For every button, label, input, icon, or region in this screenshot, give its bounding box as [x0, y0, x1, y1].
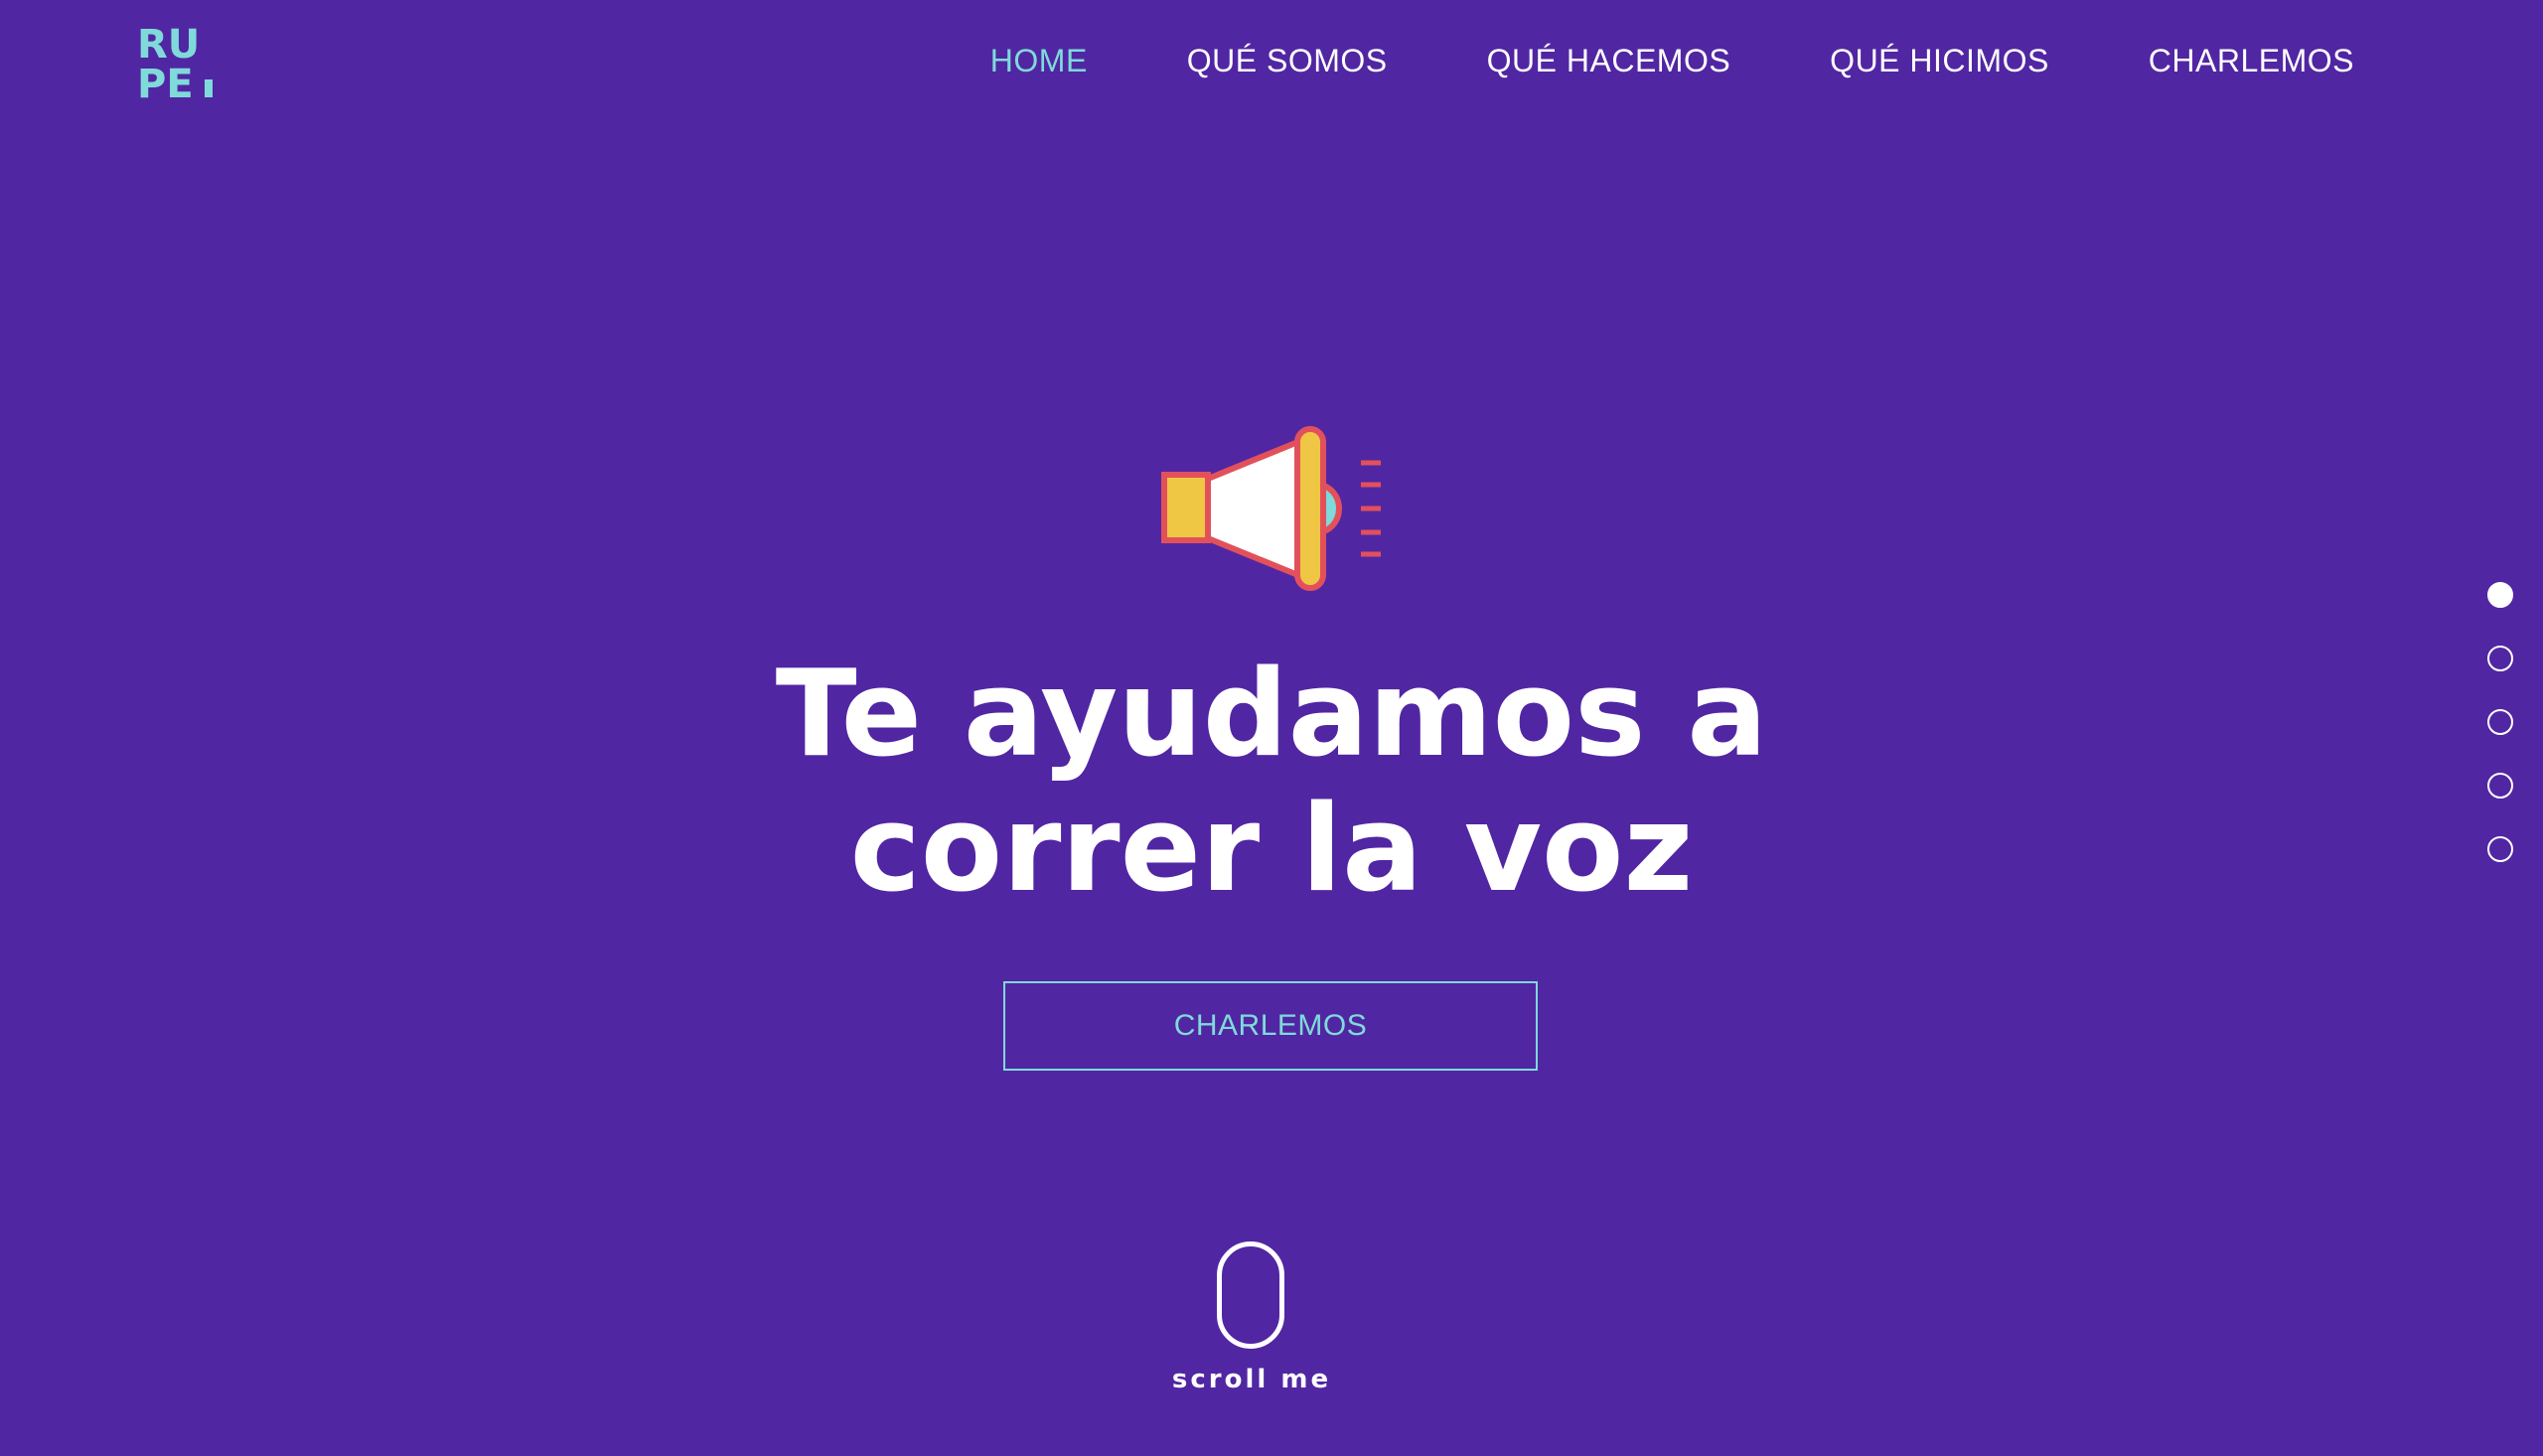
hero-headline-line2: correr la voz — [849, 781, 1694, 919]
hero-headline-line1: Te ayudamos a — [775, 646, 1768, 784]
rupe-logo[interactable]: RU PE — [137, 22, 217, 101]
scroll-mouse-icon[interactable] — [1217, 1241, 1284, 1349]
charlemos-button[interactable]: CHARLEMOS — [1003, 981, 1538, 1071]
hero-headline: Te ayudamos a correr la voz — [0, 648, 2543, 918]
nav-item-home[interactable]: HOME — [990, 43, 1088, 79]
section-dot-5[interactable] — [2487, 836, 2513, 862]
section-dot-1[interactable] — [2487, 582, 2513, 608]
nav-item-charlemos[interactable]: CHARLEMOS — [2149, 43, 2354, 79]
section-dot-3[interactable] — [2487, 709, 2513, 735]
main-nav: HOME QUÉ SOMOS QUÉ HACEMOS QUÉ HICIMOS C… — [990, 38, 2354, 83]
nav-item-que-hicimos[interactable]: QUÉ HICIMOS — [1830, 43, 2049, 79]
nav-item-que-hacemos[interactable]: QUÉ HACEMOS — [1487, 43, 1731, 79]
scroll-label: scroll me — [1171, 1365, 1332, 1394]
logo-mark: RU PE — [137, 22, 213, 101]
nav-item-que-somos[interactable]: QUÉ SOMOS — [1187, 43, 1388, 79]
section-dot-2[interactable] — [2487, 646, 2513, 671]
section-dots — [2487, 582, 2513, 900]
megaphone-icon — [1158, 425, 1387, 592]
logo-bottom-text: PE — [137, 62, 194, 101]
page: RU PE HOME QUÉ SOMOS QUÉ HACEMOS QUÉ HIC… — [0, 0, 2543, 1456]
section-dot-4[interactable] — [2487, 773, 2513, 799]
